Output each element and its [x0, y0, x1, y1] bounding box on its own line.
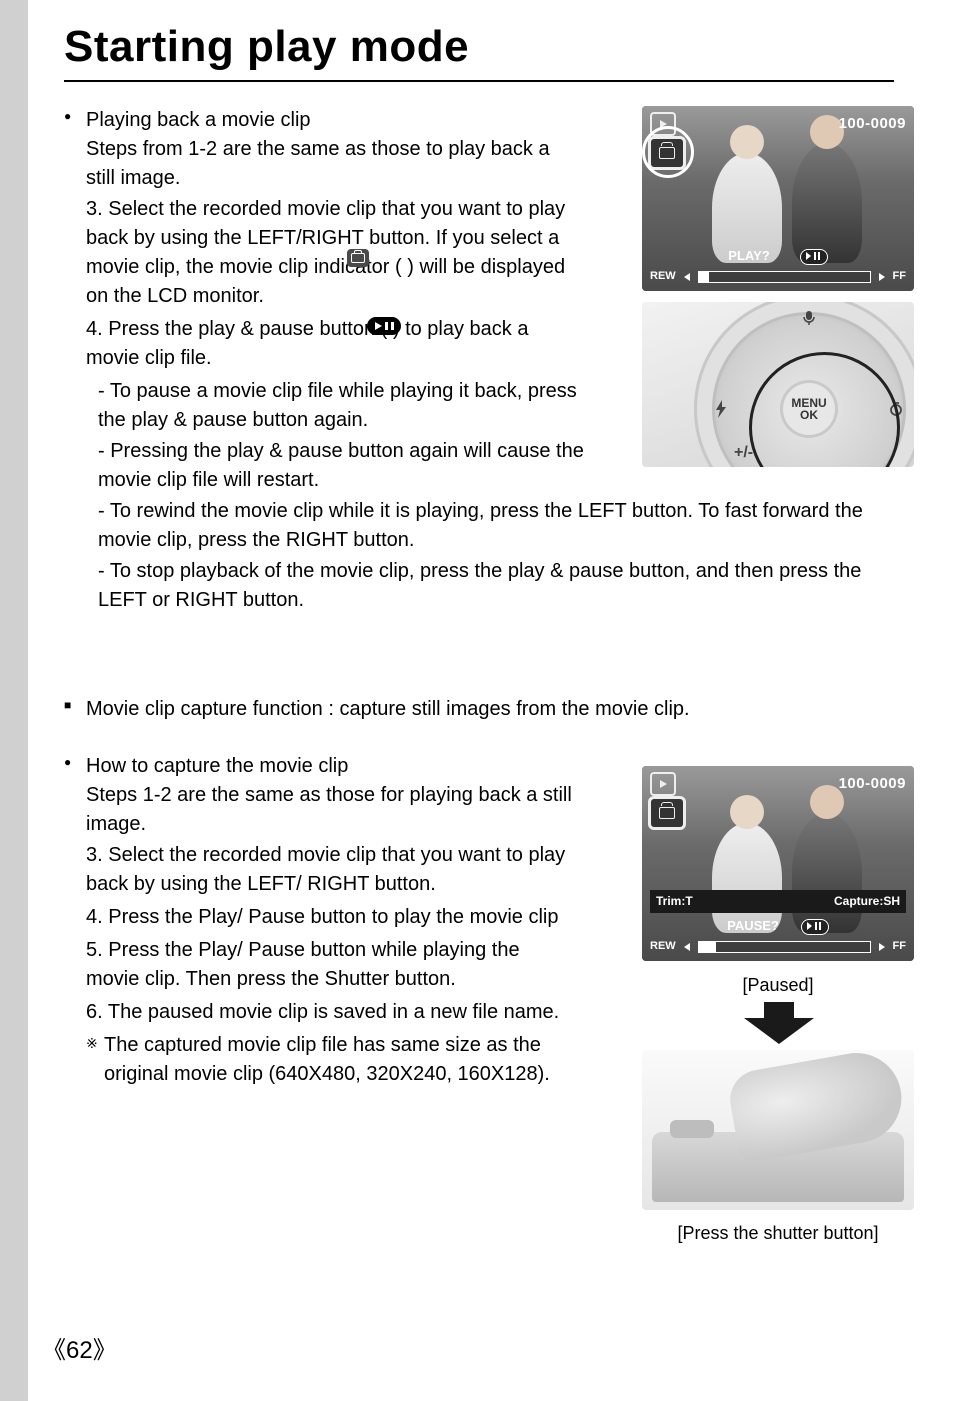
sec2-step3: 3. Select the recorded movie clip that y… — [86, 841, 574, 899]
sec1-step3: 3. Select the recorded movie clip that y… — [86, 198, 565, 307]
file-counter: 100-0009 — [839, 113, 906, 135]
sec2-step6: 6. The paused movie clip is saved in a n… — [86, 998, 574, 1027]
trim-label: Trim:T — [650, 890, 778, 913]
sec1-heading: Playing back a movie clip — [64, 106, 584, 135]
sec1-step4: 4. Press the play & pause button ( ) to … — [86, 318, 528, 369]
sec1-sub-3: - To rewind the movie clip while it is p… — [98, 497, 894, 555]
osd-rew-label: REW — [650, 939, 676, 955]
osd-ff-label: FF — [893, 269, 906, 285]
movie-indicator-callout — [642, 126, 694, 178]
control-wheel-image: +/- MENU OK — [642, 302, 914, 467]
sec1-sub-4: - To stop playback of the movie clip, pr… — [98, 557, 894, 615]
progress-bar — [698, 271, 871, 283]
down-arrow-icon — [744, 1002, 814, 1044]
sec2-note: The captured movie clip file has same si… — [104, 1034, 550, 1085]
osd-play-pause-icon — [801, 919, 829, 935]
sec2-step5: 5. Press the Play/ Pause button while pl… — [86, 936, 574, 994]
right-arrow-icon — [879, 943, 885, 951]
sec2-lead: Steps 1-2 are the same as those for play… — [64, 781, 574, 839]
mic-icon — [802, 310, 816, 326]
sec1-sub-1: - To pause a movie clip file while playi… — [98, 377, 584, 435]
page-number: 《62》 — [42, 1330, 117, 1365]
trim-capture-bar: Trim:T Capture:SH — [650, 890, 906, 913]
file-counter: 100-0009 — [839, 773, 906, 795]
right-arrow-icon — [879, 273, 885, 281]
left-arrow-icon — [684, 273, 690, 281]
caption-shutter: [Press the shutter button] — [642, 1220, 914, 1246]
sec2-heading: How to capture the movie clip — [64, 752, 574, 781]
movie-clip-icon — [347, 249, 369, 267]
left-arrow-icon — [684, 943, 690, 951]
lcd-play-screenshot: 100-0009 PLAY? REW — [642, 106, 914, 291]
sec1-sub-2: - Pressing the play & pause button again… — [98, 437, 584, 495]
playback-mode-icon — [650, 772, 676, 796]
page-title: Starting play mode — [64, 22, 894, 72]
sec2-step4: 4. Press the Play/ Pause button to play … — [86, 903, 574, 932]
flash-icon — [714, 400, 728, 418]
osd-play-pause-icon — [800, 249, 828, 265]
shutter-press-image — [642, 1050, 914, 1210]
movie-capture-note: Movie clip capture function : capture st… — [64, 695, 894, 724]
note-mark-icon: ※ — [86, 1033, 98, 1053]
osd-rew-label: REW — [650, 269, 676, 285]
sec1-lead: Steps from 1-2 are the same as those to … — [64, 135, 584, 193]
osd-pause-label: PAUSE? — [727, 917, 779, 936]
play-pause-icon — [367, 317, 401, 335]
osd-ff-label: FF — [893, 939, 906, 955]
capture-label: Capture:SH — [778, 890, 906, 913]
movie-clip-indicator-icon — [648, 796, 686, 830]
progress-bar — [698, 941, 871, 953]
lcd-paused-screenshot: 100-0009 Trim:T Capture:SH PAUSE? — [642, 766, 914, 961]
section-rule — [64, 80, 894, 82]
osd-play-label: PLAY? — [728, 247, 769, 266]
caption-paused: [Paused] — [642, 972, 914, 998]
